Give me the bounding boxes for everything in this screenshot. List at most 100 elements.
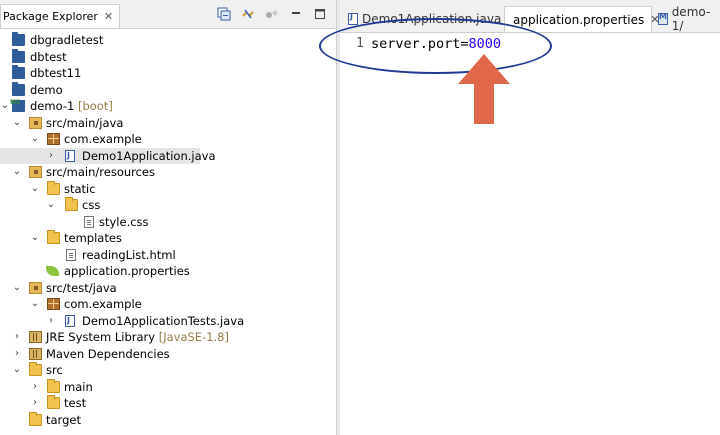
tree-item-dbtest[interactable]: dbtest — [0, 48, 336, 66]
project-tree: dbgradletest dbtest dbtest11 demo ⌄ demo… — [0, 32, 336, 428]
tree-item-label: src — [46, 363, 63, 377]
tree-item-label: demo-1 — [30, 99, 75, 113]
chevron-down-icon[interactable]: ⌄ — [12, 362, 22, 379]
chevron-down-icon[interactable]: ⌄ — [30, 131, 40, 148]
tree-item-label: src/main/resources — [46, 165, 156, 179]
collapse-all-icon[interactable] — [216, 6, 232, 22]
tree-item-src-main-resources[interactable]: ⌄ src/main/resources — [0, 164, 336, 181]
project-folder-icon — [12, 32, 25, 46]
tree-item-readinglist-html[interactable]: readingList.html — [0, 247, 336, 264]
tab-demo-1-pom[interactable]: demo-1/ — [654, 6, 720, 32]
tree-item-src[interactable]: ⌄ src — [0, 362, 336, 379]
tree-item-demo[interactable]: demo — [0, 81, 336, 99]
tree-item-src-main-java[interactable]: ⌄ src/main/java — [0, 115, 336, 132]
close-icon[interactable]: ✕ — [104, 10, 113, 23]
source-folder-icon — [29, 166, 42, 178]
source-folder-icon — [29, 116, 42, 129]
spring-boot-project-icon — [10, 95, 25, 112]
chevron-down-icon[interactable]: ⌄ — [30, 230, 40, 247]
explorer-tab-bar: Package Explorer ✕ — [0, 0, 336, 29]
tree-item-label: static — [64, 181, 96, 196]
tree-item-label: target — [46, 412, 81, 427]
chevron-down-icon[interactable]: ⌄ — [0, 98, 10, 115]
tree-item-dbtest11[interactable]: dbtest11 — [0, 65, 336, 82]
package-explorer-panel: Package Explorer ✕ dbgradletest dbtest d… — [0, 0, 336, 435]
chevron-down-icon[interactable]: ⌄ — [30, 296, 40, 313]
tree-item-test[interactable]: › test — [0, 395, 336, 412]
tree-item-static[interactable]: ⌄ static — [0, 180, 336, 198]
tree-item-com-example[interactable]: ⌄ com.example — [0, 131, 336, 148]
java-file-icon — [65, 148, 75, 164]
package-explorer-tab[interactable]: Package Explorer ✕ — [0, 4, 120, 28]
tree-item-label: src/test/java — [46, 280, 117, 295]
tree-item-label: com.example — [64, 132, 142, 146]
tree-item-application-properties[interactable]: application.properties — [0, 263, 336, 280]
file-icon — [66, 248, 76, 261]
folder-icon — [47, 395, 60, 409]
tree-item-style-css[interactable]: style.css — [0, 214, 336, 231]
source-folder-icon — [29, 281, 42, 294]
tree-item-maven-dependencies[interactable]: › Maven Dependencies — [0, 346, 336, 363]
tree-item-demo1applicationtests-java[interactable]: › Demo1ApplicationTests.java — [0, 313, 336, 330]
tree-item-src-test-java[interactable]: ⌄ src/test/java — [0, 280, 336, 297]
tree-item-label: Demo1ApplicationTests.java — [82, 313, 245, 328]
chevron-right-icon[interactable]: › — [46, 313, 56, 330]
folder-icon — [47, 378, 60, 393]
chevron-down-icon[interactable]: ⌄ — [12, 115, 22, 132]
chevron-right-icon[interactable]: › — [46, 148, 56, 165]
folder-icon — [47, 230, 60, 244]
tree-item-label: main — [64, 379, 93, 394]
tree-item-templates[interactable]: ⌄ templates — [0, 230, 336, 247]
tree-item-label: dbtest11 — [30, 66, 82, 80]
tab-label: demo-1/ — [671, 6, 711, 32]
tree-item-com-example-test[interactable]: ⌄ com.example — [0, 296, 336, 313]
folder-icon — [29, 411, 42, 426]
maven-file-icon — [658, 12, 668, 25]
chevron-right-icon[interactable]: › — [30, 379, 40, 396]
tree-item-css[interactable]: ⌄ css — [0, 197, 336, 214]
chevron-down-icon[interactable]: ⌄ — [46, 197, 56, 214]
tree-item-label: readingList.html — [82, 247, 176, 262]
chevron-down-icon[interactable]: ⌄ — [12, 280, 22, 297]
tree-item-demo-1[interactable]: ⌄ demo-1 [boot] — [0, 95, 336, 115]
view-menu-icon[interactable] — [264, 6, 280, 22]
package-icon — [47, 133, 60, 145]
project-folder-icon — [12, 65, 25, 79]
tree-item-label: Maven Dependencies — [46, 346, 170, 361]
chevron-down-icon[interactable]: ⌄ — [30, 181, 40, 198]
highlight-ellipse — [319, 18, 552, 74]
boot-decoration: [boot] — [77, 99, 113, 113]
chevron-right-icon[interactable]: › — [12, 346, 22, 363]
tree-item-label: templates — [64, 231, 122, 245]
project-folder-icon — [12, 81, 25, 96]
spring-leaf-icon — [46, 266, 59, 276]
tree-item-main[interactable]: › main — [0, 378, 336, 396]
project-folder-icon — [12, 48, 25, 63]
folder-icon — [29, 362, 42, 376]
chevron-right-icon[interactable]: › — [12, 329, 22, 346]
link-with-editor-icon[interactable] — [240, 6, 256, 22]
package-icon — [47, 298, 60, 310]
up-arrow-icon — [458, 54, 510, 124]
tree-item-label: JRE System Library — [46, 330, 156, 344]
tree-item-label: application.properties — [64, 264, 190, 278]
folder-icon — [65, 197, 78, 211]
tree-item-jre-system-library[interactable]: › JRE System Library [JavaSE-1.8] — [0, 329, 336, 346]
tree-item-label: style.css — [99, 214, 149, 229]
tree-item-label: dbgradletest — [30, 33, 104, 47]
tree-item-label: test — [64, 396, 87, 410]
file-icon — [84, 215, 94, 228]
explorer-toolbar — [216, 6, 328, 22]
tree-item-demo1application-java[interactable]: › Demo1Application.java — [0, 147, 216, 165]
jre-version-decoration: [JavaSE-1.8] — [158, 330, 229, 344]
tree-item-target[interactable]: target — [0, 411, 336, 429]
chevron-down-icon[interactable]: ⌄ — [12, 164, 22, 181]
tree-item-label: demo — [30, 82, 63, 97]
java-file-icon — [65, 313, 75, 329]
minimize-icon[interactable] — [288, 6, 304, 22]
tree-item-dbgradletest[interactable]: dbgradletest — [0, 32, 336, 49]
tree-item-label: Demo1Application.java — [82, 148, 216, 163]
chevron-right-icon[interactable]: › — [30, 395, 40, 412]
maximize-icon[interactable] — [312, 6, 328, 22]
library-icon — [29, 331, 42, 343]
